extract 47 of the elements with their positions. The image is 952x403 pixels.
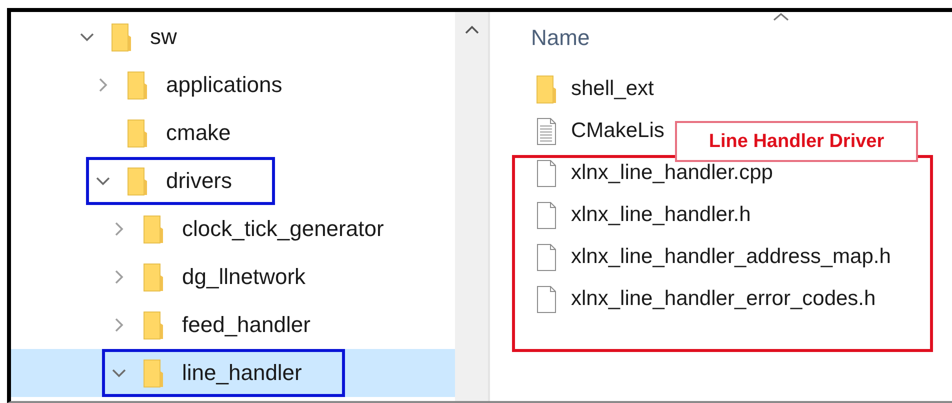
tree-item[interactable]: dg_llnetwork xyxy=(11,253,455,301)
tree-item[interactable]: sw xyxy=(11,13,455,61)
chevron-right-icon[interactable] xyxy=(98,78,108,92)
chevron-right-icon[interactable] xyxy=(114,270,124,284)
tree-item[interactable]: applications xyxy=(11,61,455,109)
name-column-header[interactable]: Name xyxy=(531,25,590,51)
document-icon xyxy=(536,200,557,230)
file-name[interactable]: xlnx_line_handler.cpp xyxy=(571,161,773,185)
document-icon xyxy=(536,158,557,188)
file-name[interactable]: CMakeLis xyxy=(571,119,664,143)
folder-name: applications xyxy=(166,72,282,98)
tree-item[interactable]: line_handler xyxy=(11,349,455,397)
document-icon xyxy=(536,242,557,272)
chevron-right-icon[interactable] xyxy=(114,318,124,332)
document-icon xyxy=(536,284,557,314)
folder-icon xyxy=(143,214,164,244)
folder-icon xyxy=(127,70,148,100)
folder-icon xyxy=(127,118,148,148)
file-name[interactable]: xlnx_line_handler_error_codes.h xyxy=(571,287,876,311)
tree-item[interactable]: clock_tick_generator xyxy=(11,205,455,253)
folder-icon xyxy=(143,262,164,292)
chevron-down-icon[interactable] xyxy=(112,368,126,378)
scroll-up-icon[interactable] xyxy=(464,25,478,34)
folder-icon xyxy=(143,310,164,340)
folder-name: line_handler xyxy=(182,360,302,386)
folder-name: drivers xyxy=(166,168,232,194)
folder-icon xyxy=(127,166,148,196)
annotation-label: Line Handler Driver xyxy=(675,121,918,162)
text-document-icon xyxy=(536,116,557,146)
tree-item[interactable]: drivers xyxy=(11,157,455,205)
folder-icon xyxy=(143,358,164,388)
file-name[interactable]: shell_ext xyxy=(571,77,654,101)
folder-name: cmake xyxy=(166,120,231,146)
folder-icon xyxy=(111,22,132,52)
chevron-right-icon[interactable] xyxy=(114,222,124,236)
folder-name: sw xyxy=(150,24,177,50)
folder-icon xyxy=(536,74,557,104)
tree-item[interactable]: feed_handler xyxy=(11,301,455,349)
file-name[interactable]: xlnx_line_handler.h xyxy=(571,203,751,227)
folder-name: clock_tick_generator xyxy=(182,216,384,242)
sort-caret-icon xyxy=(773,12,789,21)
folder-name: feed_handler xyxy=(182,312,310,338)
file-name[interactable]: xlnx_line_handler_address_map.h xyxy=(571,245,891,269)
chevron-down-icon[interactable] xyxy=(96,176,110,186)
folder-name: dg_llnetwork xyxy=(182,264,306,290)
tree-item[interactable]: cmake xyxy=(11,109,455,157)
chevron-down-icon[interactable] xyxy=(80,32,94,42)
